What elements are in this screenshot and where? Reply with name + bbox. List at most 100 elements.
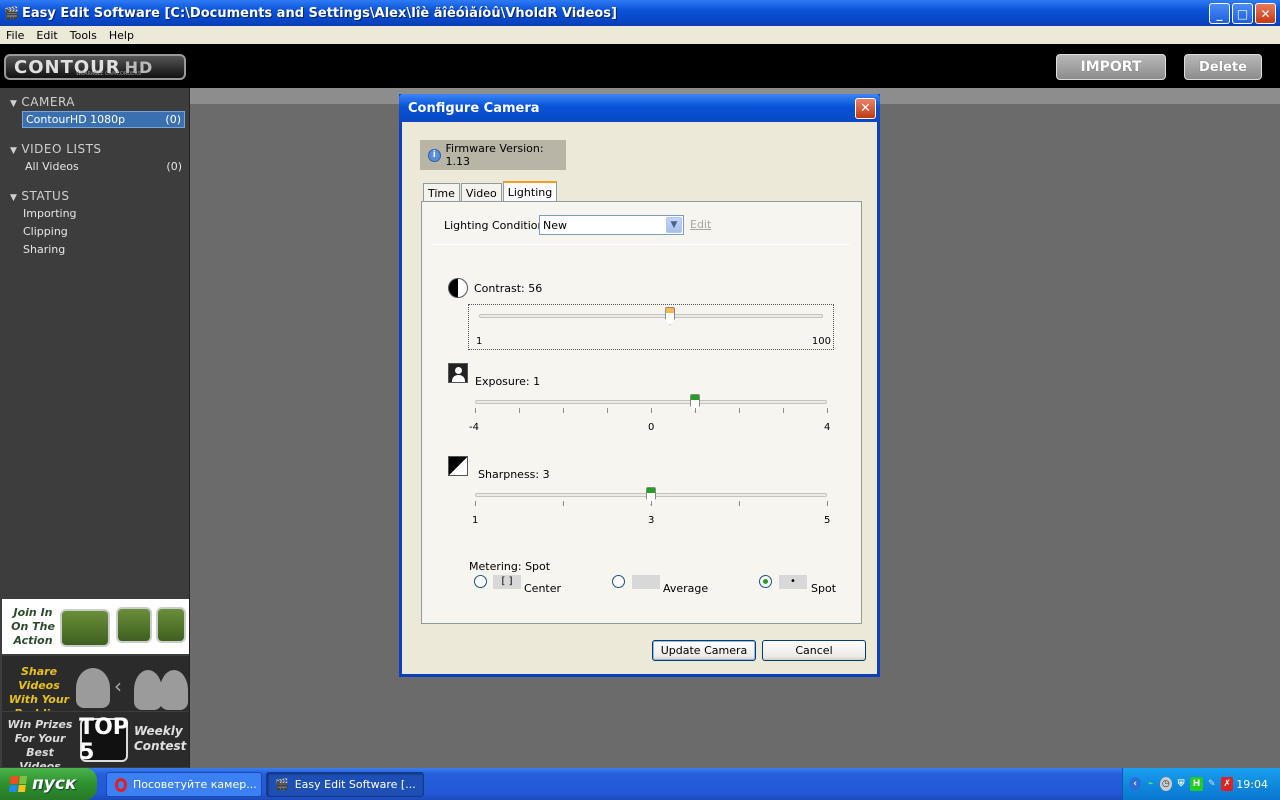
taskbar-item-opera[interactable]: Посоветуйте камер... (106, 772, 262, 797)
metering-center-label[interactable]: Center (524, 582, 561, 595)
clock: 19:04 (1236, 777, 1268, 791)
h-app-icon[interactable]: H (1190, 777, 1203, 791)
contrast-min-label: 1 (476, 336, 483, 347)
slider-tick-label: 4 (824, 422, 831, 433)
promo-prizes[interactable]: Win Prizes For Your Best Videos TOP 5 We… (2, 712, 189, 767)
menu-bar: File Edit Tools Help (0, 26, 1280, 44)
configure-camera-dialog: Configure Camera ✕ i Firmware Version: 1… (399, 94, 880, 677)
clock-sync-icon[interactable]: ◷ (1159, 777, 1172, 791)
promo-share[interactable]: Share Videos With Your Buddies ‹ (2, 656, 189, 711)
menu-file[interactable]: File (0, 29, 30, 42)
status-section-header[interactable]: ▼ STATUS (10, 189, 69, 203)
windows-flag-icon (8, 776, 28, 792)
camera-name: ContourHD 1080p (26, 113, 126, 126)
weekly-contest-label: Weekly Contest (134, 724, 187, 753)
slider-tick-label: 1 (472, 515, 479, 526)
sidebar-item-sharing[interactable]: Sharing (23, 243, 65, 256)
lighting-panel: Lighting Conditions New ▼ Edit Contrast:… (421, 201, 862, 624)
metering-spot-label[interactable]: Spot (811, 582, 836, 595)
metering-average-label[interactable]: Average (663, 582, 708, 595)
promo-join[interactable]: Join In On The Action (2, 599, 189, 654)
tools-icon[interactable]: ✎ (1206, 777, 1218, 791)
network-icon[interactable]: ⌁ (1144, 777, 1156, 791)
sidebar: ▼ CAMERA ContourHD 1080p (0) ▼ VIDEO LISTS… (0, 88, 190, 768)
start-label: пуск (32, 774, 77, 794)
lighting-conditions-select[interactable]: New ▼ (539, 215, 684, 235)
slider-tick (475, 408, 476, 413)
video-lists-header-label: VIDEO LISTS (21, 142, 102, 156)
close-button[interactable]: ✕ (1255, 3, 1276, 24)
maximize-button[interactable]: □ (1232, 3, 1253, 24)
menu-help[interactable]: Help (103, 29, 140, 42)
divider (433, 244, 850, 245)
center-metering-icon: [ ] (493, 575, 521, 589)
slider-tick-label: -4 (469, 422, 479, 433)
lighting-conditions-label: Lighting Conditions (444, 219, 551, 232)
slider-tick (475, 501, 476, 506)
window-titlebar: 🎬 Easy Edit Software [C:\Documents and S… (0, 0, 1280, 26)
all-videos-label: All Videos (25, 160, 79, 173)
tab-lighting[interactable]: Lighting (502, 181, 558, 202)
dialog-close-button[interactable]: ✕ (855, 98, 876, 119)
people-icon (156, 607, 186, 643)
tray-expand-icon[interactable]: ‹ (1129, 777, 1142, 791)
opera-icon (115, 777, 127, 792)
metering-spot-radio[interactable] (759, 575, 772, 588)
update-camera-button[interactable]: Update Camera (652, 640, 756, 661)
tab-video[interactable]: Video (460, 183, 502, 202)
slider-tick (651, 408, 652, 413)
info-icon: i (428, 148, 441, 162)
firmware-version: Firmware Version: 1.13 (445, 142, 544, 168)
buddy-head-icon (76, 668, 110, 708)
contrast-icon (448, 278, 468, 298)
sidebar-item-importing[interactable]: Importing (23, 207, 77, 220)
tab-time[interactable]: Time (423, 183, 460, 202)
sidebar-item-clipping[interactable]: Clipping (23, 225, 68, 238)
app-icon: 🎬 (275, 778, 289, 791)
buddy-head-icon (160, 670, 188, 710)
edit-link[interactable]: Edit (690, 218, 711, 231)
camera-count: (0) (165, 113, 181, 126)
metering-average-radio[interactable] (612, 575, 625, 588)
slider-tick (651, 501, 652, 506)
slider-tick (783, 408, 784, 413)
minimize-button[interactable]: _ (1209, 3, 1230, 24)
dialog-titlebar[interactable]: Configure Camera ✕ (399, 94, 880, 122)
taskbar-item-easy-edit[interactable]: 🎬 Easy Edit Software [... (266, 772, 424, 797)
slider-tick (739, 408, 740, 413)
firmware-info: i Firmware Version: 1.13 (420, 140, 566, 170)
video-lists-section-header[interactable]: ▼ VIDEO LISTS (10, 142, 102, 156)
chevron-down-icon[interactable]: ▼ (666, 217, 682, 233)
start-button[interactable]: пуск (0, 768, 97, 800)
contrast-slider-focus: 1 100 (468, 304, 834, 350)
slider-tick (519, 408, 520, 413)
sharpness-label: Sharpness: 3 (478, 468, 550, 481)
import-button[interactable]: IMPORT (1056, 54, 1166, 80)
sidebar-item-all-videos[interactable]: All Videos (0) (22, 158, 185, 175)
camera-section-header[interactable]: ▼ CAMERA (10, 95, 75, 109)
promo-join-text: Join In On The Action (11, 606, 55, 647)
lighting-conditions-value: New (543, 218, 567, 232)
app-icon: 🎬 (4, 6, 19, 20)
antivirus-icon[interactable]: ✗ (1220, 777, 1234, 791)
sharpness-icon (448, 456, 468, 476)
exposure-slider-track[interactable] (475, 400, 827, 404)
all-videos-count: (0) (166, 160, 182, 173)
shield-icon[interactable]: ⛨ (1175, 777, 1187, 791)
delete-button[interactable]: Delete (1184, 54, 1262, 80)
metering-center-radio[interactable] (474, 575, 487, 588)
menu-edit[interactable]: Edit (30, 29, 63, 42)
tab-strip: Time Video Lighting (423, 181, 558, 202)
contrast-label: Contrast: 56 (474, 282, 543, 295)
contrast-slider-thumb[interactable] (665, 307, 676, 325)
cancel-button[interactable]: Cancel (762, 640, 866, 661)
sidebar-item-camera[interactable]: ContourHD 1080p (0) (22, 111, 185, 128)
slider-tick-label: 0 (648, 422, 655, 433)
status-header-label: STATUS (21, 189, 70, 203)
spot-metering-icon: • (779, 575, 807, 589)
exposure-label: Exposure: 1 (475, 375, 541, 388)
logo-tagline: WEARABLE CAMCORDERS (76, 71, 141, 77)
contrast-slider-track[interactable] (479, 314, 823, 318)
metering-label: Metering: Spot (469, 560, 551, 573)
menu-tools[interactable]: Tools (64, 29, 103, 42)
